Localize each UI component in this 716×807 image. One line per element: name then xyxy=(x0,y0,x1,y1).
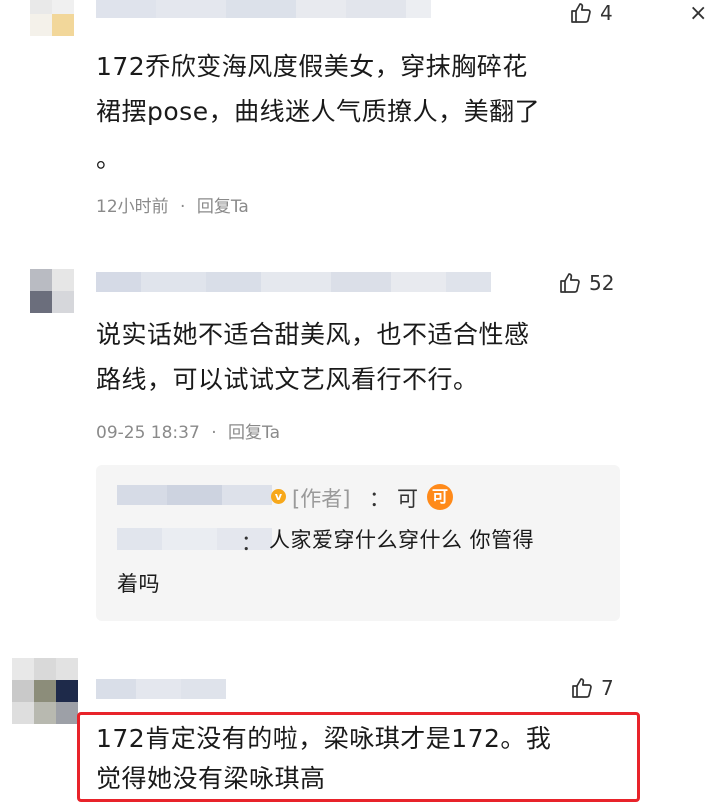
username-censored[interactable] xyxy=(96,0,431,18)
like-count: 7 xyxy=(601,676,614,700)
colon: ： xyxy=(241,531,262,555)
thumbs-up-outline-icon xyxy=(571,3,591,23)
close-icon[interactable]: × xyxy=(689,3,707,25)
ke-emoji-icon: 可 xyxy=(427,484,453,510)
separator: · xyxy=(211,423,217,443)
like-button[interactable]: 52 xyxy=(558,271,614,295)
avatar[interactable] xyxy=(12,658,78,724)
comment-text-line: 裙摆pose，曲线迷人气质撩人，美翻了 xyxy=(96,97,541,126)
separator: · xyxy=(180,197,186,217)
thumbs-up-outline-icon xyxy=(572,678,592,698)
reply-button[interactable]: 回复Ta xyxy=(228,423,280,443)
avatar[interactable] xyxy=(30,0,74,36)
colon: ： xyxy=(369,487,390,511)
reply-text-line: 着吗 xyxy=(117,572,160,596)
like-count: 4 xyxy=(600,1,613,25)
comment-text-line: 说实话她不适合甜美风，也不适合性感 xyxy=(96,320,530,349)
comment-text-line: 。 xyxy=(96,144,122,173)
timestamp: 12小时前 xyxy=(96,197,169,217)
comment-meta: 09-25 18:37 · 回复Ta xyxy=(96,418,280,443)
timestamp: 09-25 18:37 xyxy=(96,423,200,443)
reply-button[interactable]: 回复Ta xyxy=(197,197,249,217)
verified-badge-icon: v xyxy=(271,489,286,504)
comment-text-line: 172乔欣变海风度假美女，穿抹胸碎花 xyxy=(96,52,528,81)
comment-meta: 12小时前 · 回复Ta xyxy=(96,192,249,217)
like-count: 52 xyxy=(589,271,615,295)
highlight-box xyxy=(77,712,640,802)
author-reply-text: 可 xyxy=(397,487,418,511)
avatar[interactable] xyxy=(30,269,74,313)
username-censored[interactable] xyxy=(96,272,491,292)
comment-text-line: 路线，可以试试文艺风看行不行。 xyxy=(96,365,479,394)
author-tag: [作者] xyxy=(292,487,351,511)
username-censored[interactable] xyxy=(96,679,226,699)
author-name-censored[interactable] xyxy=(117,485,272,505)
reply-text-line: 人家爱穿什么穿什么 你管得 xyxy=(269,528,535,552)
thumbs-up-outline-icon xyxy=(560,273,580,293)
like-button[interactable]: 4 xyxy=(569,1,613,25)
like-button[interactable]: 7 xyxy=(570,676,614,700)
